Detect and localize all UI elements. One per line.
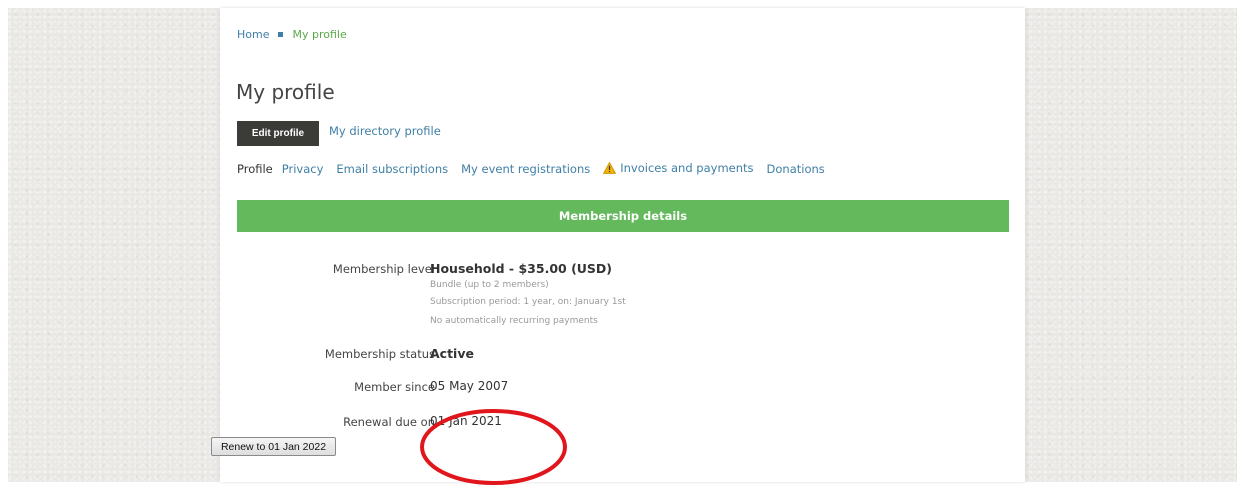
- directory-profile-link[interactable]: My directory profile: [329, 124, 441, 138]
- subscription-period-note: Subscription period: 1 year, on: January…: [430, 297, 626, 307]
- membership-level-label: Membership level: [332, 262, 435, 276]
- breadcrumb-home-link[interactable]: Home: [237, 28, 269, 41]
- membership-details-header: Membership details: [237, 200, 1009, 232]
- tab-invoices-label: Invoices and payments: [620, 161, 754, 175]
- renewal-due-label: Renewal due on: [343, 415, 435, 429]
- membership-bundle-note: Bundle (up to 2 members): [430, 280, 549, 290]
- renew-button[interactable]: Renew to 01 Jan 2022: [211, 437, 336, 456]
- edit-profile-button[interactable]: Edit profile: [237, 121, 319, 146]
- tab-invoices-and-payments[interactable]: Invoices and payments: [603, 161, 754, 177]
- profile-tabs: Profile Privacy Email subscriptions My e…: [237, 161, 838, 177]
- member-since-value: 05 May 2007: [430, 379, 509, 393]
- content-panel: Home My profile My profile Edit profile …: [220, 8, 1025, 482]
- tab-profile[interactable]: Profile: [237, 162, 273, 176]
- breadcrumb-current: My profile: [292, 28, 347, 41]
- page-title: My profile: [236, 80, 335, 104]
- breadcrumb-separator-icon: [278, 32, 284, 37]
- membership-status-label: Membership status: [324, 347, 435, 361]
- tab-email-subscriptions[interactable]: Email subscriptions: [336, 162, 448, 176]
- tab-donations[interactable]: Donations: [767, 162, 825, 176]
- renewal-due-value: 01 Jan 2021: [430, 414, 502, 428]
- member-since-label: Member since: [354, 380, 435, 394]
- warning-icon: [603, 161, 617, 177]
- tab-event-registrations[interactable]: My event registrations: [461, 162, 590, 176]
- breadcrumb: Home My profile: [237, 28, 347, 41]
- membership-level-value: Household - $35.00 (USD): [430, 261, 613, 276]
- membership-status-value: Active: [430, 346, 474, 361]
- tab-privacy[interactable]: Privacy: [282, 162, 324, 176]
- recurring-payments-note: No automatically recurring payments: [430, 316, 598, 326]
